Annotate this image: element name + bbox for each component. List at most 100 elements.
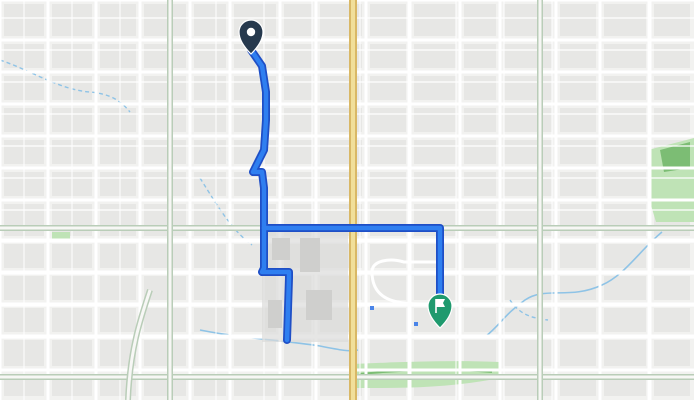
city-block <box>464 204 496 236</box>
map-view[interactable] <box>0 0 694 400</box>
city-block <box>144 76 186 100</box>
city-block <box>100 172 136 196</box>
city-block <box>100 244 136 268</box>
start-pin-dot <box>246 27 256 37</box>
city-block <box>560 76 596 100</box>
city-block <box>144 108 186 132</box>
city-block <box>504 340 552 366</box>
city-block <box>194 140 226 164</box>
city-block <box>504 76 552 100</box>
city-block <box>560 276 596 300</box>
city-block <box>144 244 186 268</box>
parking-marker-2 <box>414 322 418 326</box>
city-block <box>560 108 596 132</box>
city-block <box>654 276 690 300</box>
city-block <box>100 76 136 100</box>
city-block <box>144 140 186 164</box>
city-block <box>370 44 406 68</box>
city-block <box>464 276 496 300</box>
city-block <box>464 308 496 332</box>
city-block <box>560 340 596 366</box>
city-block <box>194 276 226 300</box>
city-block <box>414 76 456 100</box>
commercial-building-3 <box>306 290 332 320</box>
city-block <box>144 204 186 236</box>
city-block <box>194 308 226 332</box>
city-block <box>464 4 496 36</box>
city-block <box>194 4 226 36</box>
city-block <box>604 108 646 132</box>
city-block <box>604 4 646 36</box>
city-block <box>370 108 406 132</box>
city-block <box>194 76 226 100</box>
city-block <box>604 204 646 236</box>
city-block <box>464 44 496 68</box>
city-block <box>504 44 552 68</box>
city-block <box>144 308 186 332</box>
city-block <box>284 44 312 68</box>
city-block <box>144 44 186 68</box>
city-block <box>194 172 226 196</box>
city-block <box>100 44 136 68</box>
city-block <box>100 4 136 36</box>
city-block <box>604 140 646 164</box>
city-block <box>604 76 646 100</box>
city-block <box>100 308 136 332</box>
city-block <box>654 4 690 36</box>
city-block <box>414 140 456 164</box>
city-block <box>560 244 596 268</box>
city-block <box>284 108 312 132</box>
city-block <box>194 204 226 236</box>
city-block <box>414 172 456 196</box>
city-block <box>194 108 226 132</box>
city-block <box>560 4 596 36</box>
city-block <box>604 308 646 332</box>
city-block <box>464 244 496 268</box>
city-block <box>654 308 690 332</box>
city-block <box>560 204 596 236</box>
city-block <box>464 172 496 196</box>
city-block <box>144 4 186 36</box>
city-block <box>654 76 690 100</box>
city-block <box>194 340 226 366</box>
city-block <box>144 172 186 196</box>
commercial-building-4 <box>268 300 282 328</box>
city-block <box>654 108 690 132</box>
city-block <box>504 4 552 36</box>
city-block <box>284 172 312 196</box>
city-block <box>370 76 406 100</box>
city-block <box>504 244 552 268</box>
city-block <box>144 340 186 366</box>
city-block <box>414 108 456 132</box>
city-block <box>284 140 312 164</box>
city-block <box>604 340 646 366</box>
city-block <box>560 308 596 332</box>
city-block <box>284 76 312 100</box>
commercial-building-2 <box>300 238 320 272</box>
city-block <box>504 140 552 164</box>
city-block <box>370 340 406 366</box>
city-block <box>284 4 312 36</box>
commercial-building-1 <box>272 238 290 260</box>
city-block <box>504 108 552 132</box>
city-block <box>414 44 456 68</box>
city-block <box>194 44 226 68</box>
city-block <box>654 340 690 366</box>
city-block <box>504 172 552 196</box>
city-block <box>504 276 552 300</box>
city-block <box>654 244 690 268</box>
city-block <box>464 76 496 100</box>
city-block <box>560 44 596 68</box>
city-block <box>560 172 596 196</box>
city-block <box>504 204 552 236</box>
parking-marker-1 <box>370 306 374 310</box>
city-block <box>654 44 690 68</box>
city-block <box>100 140 136 164</box>
city-block <box>194 244 226 268</box>
city-block <box>100 204 136 236</box>
city-block <box>414 244 456 268</box>
city-block <box>414 4 456 36</box>
city-block <box>100 108 136 132</box>
city-block <box>370 308 406 332</box>
city-block <box>370 4 406 36</box>
